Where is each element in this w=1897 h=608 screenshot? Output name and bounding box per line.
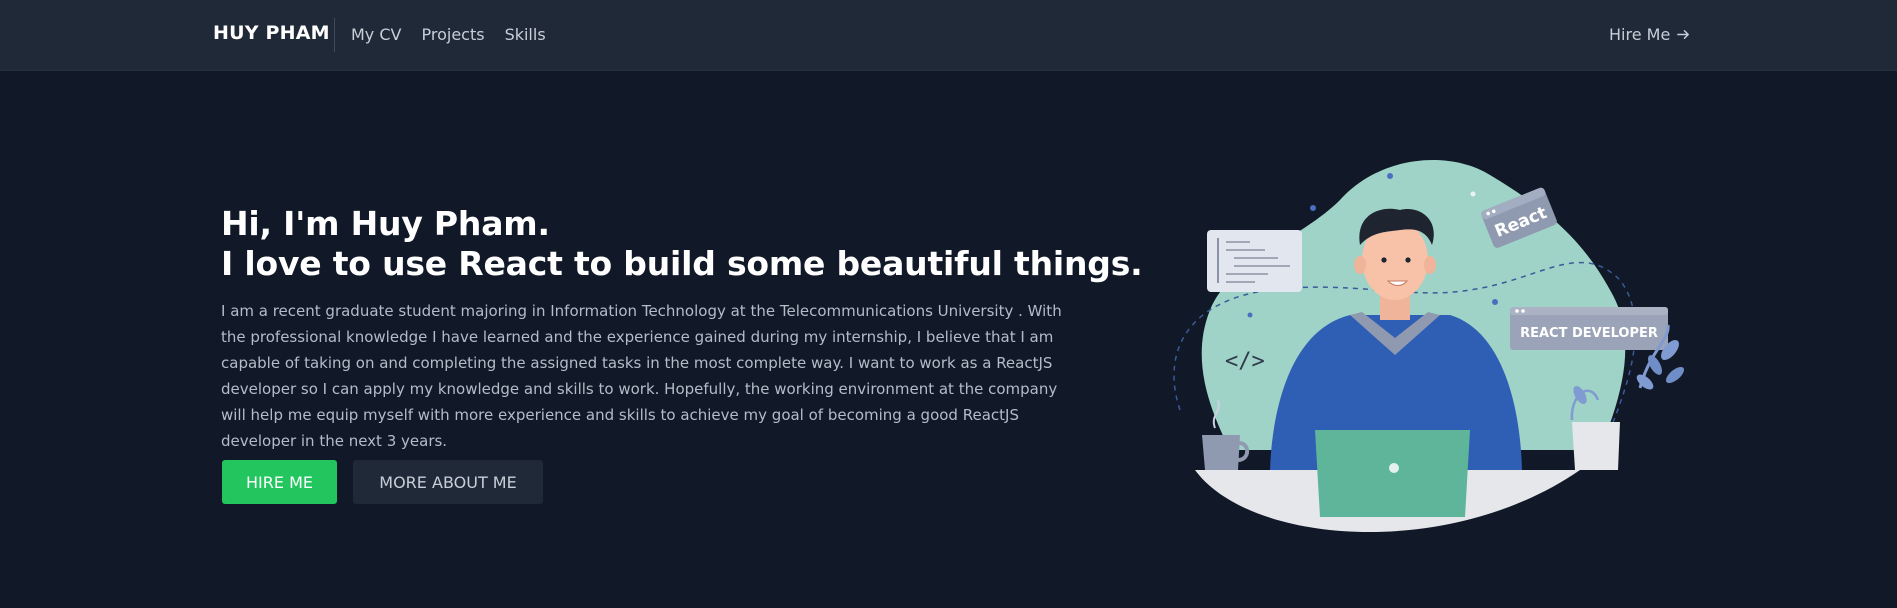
decor-dot	[1247, 312, 1253, 318]
decor-dot	[1470, 191, 1476, 197]
laptop-logo	[1389, 463, 1399, 473]
laptop	[1315, 430, 1470, 517]
hire-me-link[interactable]: Hire Me	[1609, 25, 1691, 44]
decor-dot	[1310, 205, 1316, 211]
hero-description: I am a recent graduate student majoring …	[221, 302, 1062, 450]
arrow-right-icon	[1677, 30, 1690, 39]
hire-me-label: Hire Me	[1609, 25, 1671, 44]
hero-title-line1: Hi, I'm Huy Pham.	[221, 204, 550, 243]
nav-link-skills[interactable]: Skills	[505, 25, 546, 44]
nav-link-projects[interactable]: Projects	[421, 25, 484, 44]
react-developer-label: REACT DEVELOPER	[1520, 326, 1658, 341]
brand-logo[interactable]: HUY PHAM	[213, 22, 330, 44]
navbar: HUY PHAM My CV Projects Skills Hire Me	[0, 0, 1897, 71]
hero-title-line2: I love to use React to build some beauti…	[221, 244, 1143, 283]
code-symbol: </>	[1225, 349, 1265, 374]
decor-dot	[1492, 299, 1498, 305]
hero-title: Hi, I'm Huy Pham. I love to use React to…	[221, 204, 1143, 284]
nav-link-my-cv[interactable]: My CV	[351, 25, 401, 44]
more-about-me-button[interactable]: MORE ABOUT ME	[353, 460, 543, 504]
hire-me-button[interactable]: HIRE ME	[222, 460, 337, 504]
decor-dot	[1387, 173, 1393, 179]
react-developer-tag: REACT DEVELOPER	[1510, 307, 1668, 350]
nav-divider	[334, 18, 335, 52]
developer-illustration: React REACT DEVELOPER </>	[1173, 160, 1685, 533]
nav-links: My CV Projects Skills	[351, 25, 546, 44]
code-window	[1207, 230, 1302, 292]
